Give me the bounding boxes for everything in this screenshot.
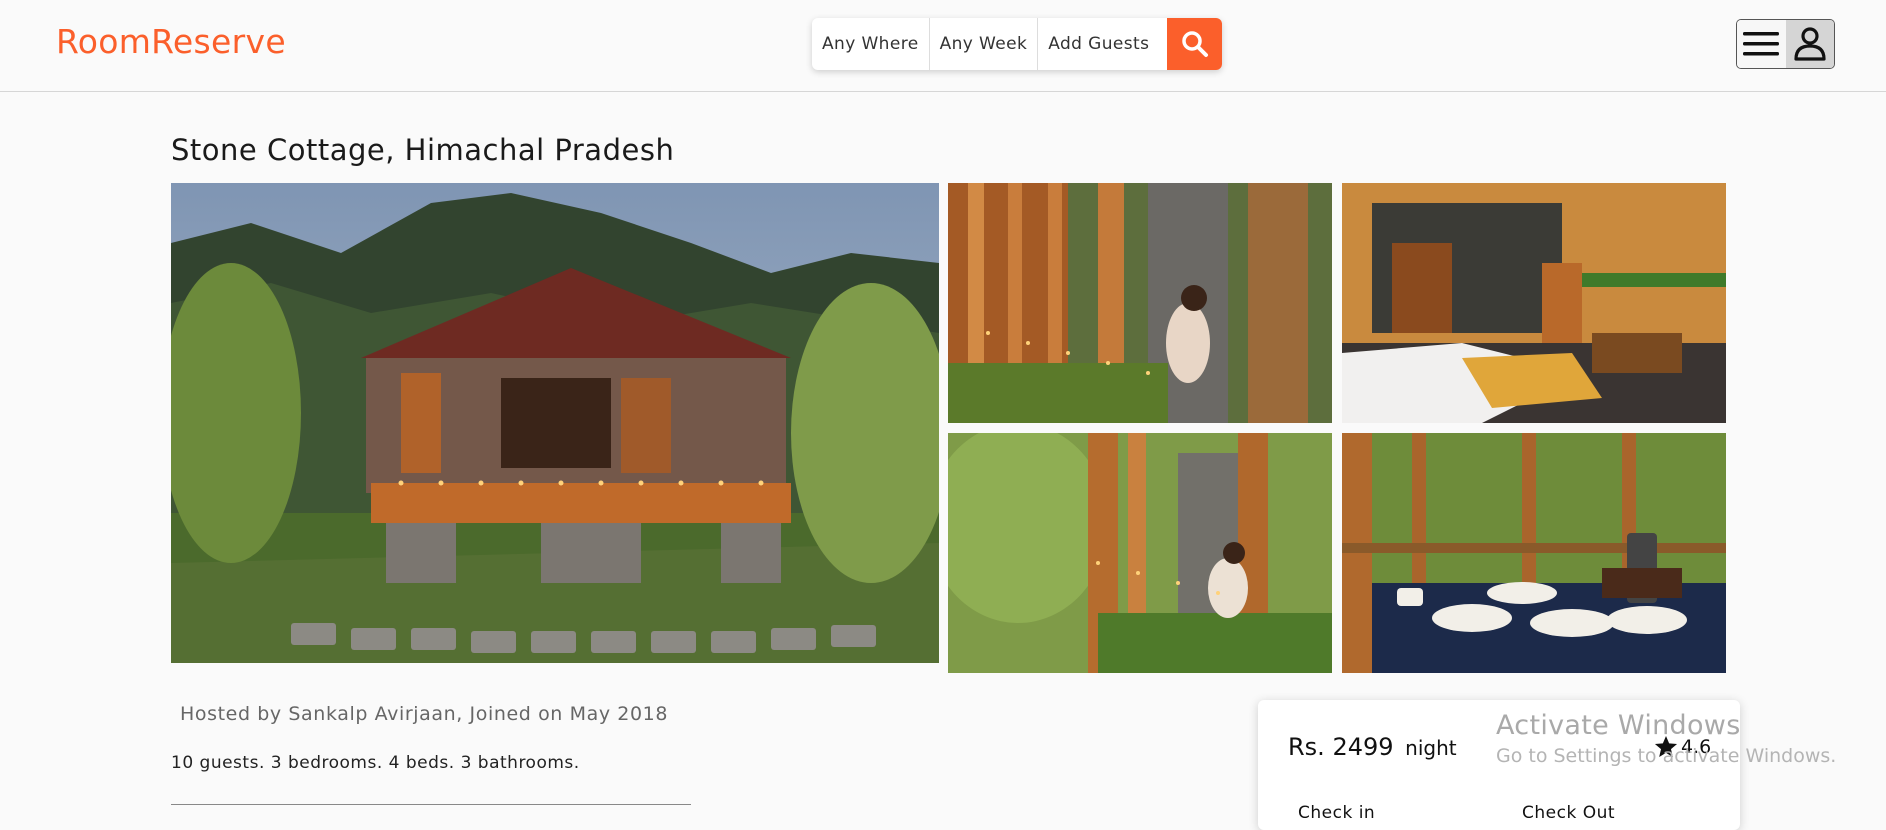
user-icon <box>1794 27 1826 61</box>
host-info: Hosted by Sankalp Avirjaan, Joined on Ma… <box>180 703 669 725</box>
top-navbar: RoomReserve Any Where Any Week Add Guest… <box>0 0 1886 92</box>
search-week[interactable]: Any Week <box>930 18 1039 70</box>
porch-side-view-photo[interactable] <box>948 433 1332 673</box>
breakfast-table-photo[interactable] <box>1342 433 1726 673</box>
section-divider <box>171 804 691 805</box>
rating: 4.6 <box>1653 734 1711 760</box>
booking-card: Rs. 2499 night 4.6 Check in Check Out <box>1258 700 1740 830</box>
price-unit: night <box>1405 736 1457 760</box>
listing-title: Stone Cottage, Himachal Pradesh <box>171 133 675 167</box>
search-button[interactable] <box>1167 18 1222 70</box>
search-where[interactable]: Any Where <box>812 18 930 70</box>
check-in-label[interactable]: Check in <box>1298 803 1375 823</box>
search-bar[interactable]: Any Where Any Week Add Guests <box>812 18 1222 70</box>
search-guests[interactable]: Add Guests <box>1038 18 1159 70</box>
search-icon <box>1181 31 1208 57</box>
cottage-exterior-photo[interactable] <box>171 183 939 663</box>
user-menu-button[interactable] <box>1736 19 1835 69</box>
wooden-bedroom-photo[interactable] <box>1342 183 1726 423</box>
porch-woman-tea-photo[interactable] <box>948 183 1332 423</box>
price-value: Rs. 2499 <box>1288 733 1394 761</box>
logo[interactable]: RoomReserve <box>56 22 286 61</box>
hamburger-menu[interactable] <box>1737 20 1786 68</box>
star-icon <box>1654 735 1678 757</box>
price-per-night: Rs. 2499 night <box>1288 733 1457 761</box>
profile-button[interactable] <box>1785 20 1834 68</box>
rating-value: 4.6 <box>1681 736 1712 758</box>
hamburger-icon <box>1743 32 1780 56</box>
listing-specs: 10 guests. 3 bedrooms. 4 beds. 3 bathroo… <box>171 753 580 773</box>
check-out-label[interactable]: Check Out <box>1522 803 1615 823</box>
